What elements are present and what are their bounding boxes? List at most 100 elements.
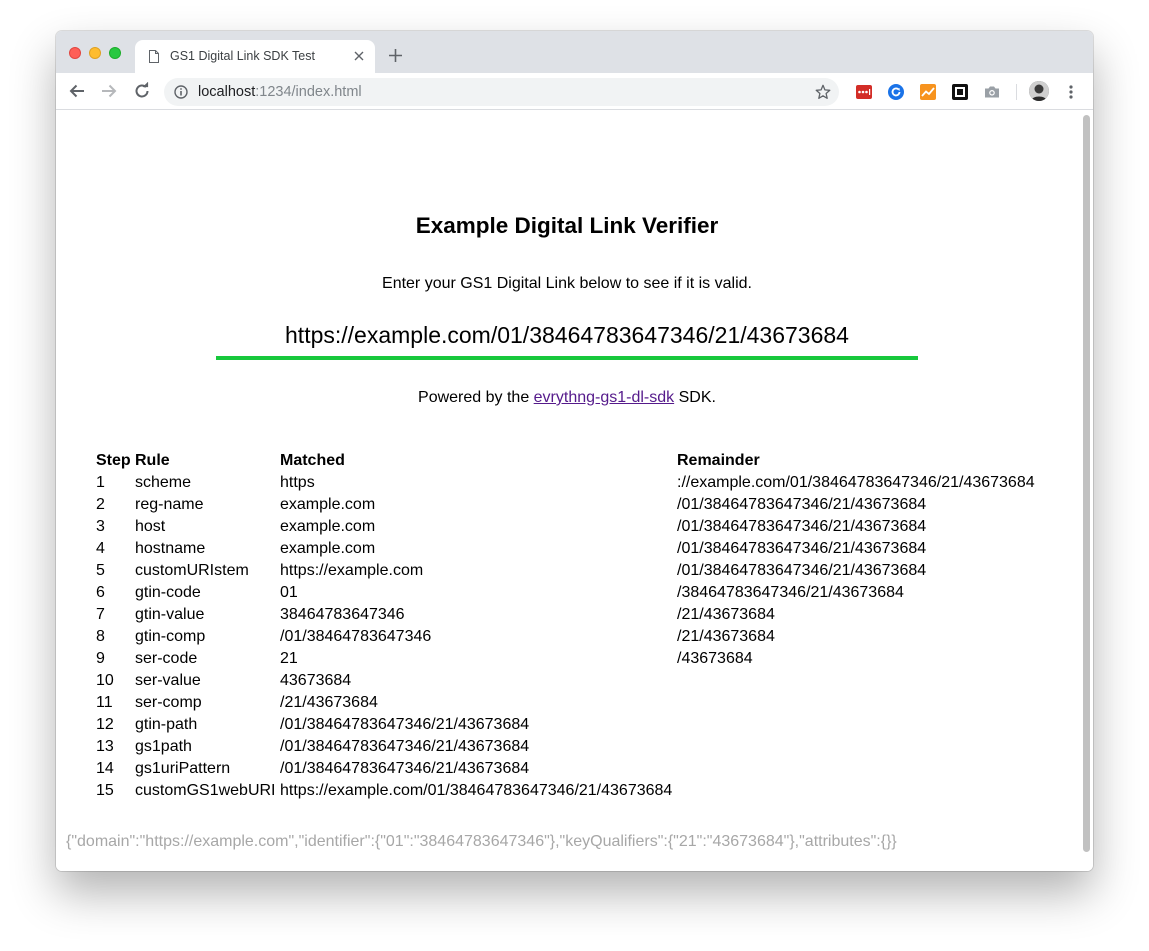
plus-icon[interactable]: [389, 49, 402, 62]
camera-icon[interactable]: [984, 84, 1000, 100]
matched-cell: /01/38464783647346: [280, 628, 432, 645]
remainder-cell: /01/38464783647346/21/43673684: [677, 540, 927, 557]
table-row: 3 host example.com/01/38464783647346/21/43…: [96, 516, 1047, 538]
matched-cell: example.com: [280, 540, 376, 557]
rule-cell: customURIstem: [135, 562, 249, 579]
step-cell: 9: [96, 650, 105, 667]
table-row: 5 customURIstem https://example.com/01/384…: [96, 560, 1047, 582]
matched-cell: /01/38464783647346/21/43673684: [280, 760, 530, 777]
avatar[interactable]: [1029, 81, 1049, 101]
matched-cell: 38464783647346: [280, 606, 405, 623]
table-row: 12 gtin-path/01/38464783647346/21/4367368…: [96, 714, 1047, 736]
rule-cell: scheme: [135, 474, 192, 491]
powered-by-text: Powered by the evrythng-gs1-dl-sdk SDK.: [56, 389, 1078, 407]
sync-icon[interactable]: [888, 84, 904, 100]
column-header-matched: Matched: [280, 452, 345, 469]
step-cell: 13: [96, 738, 114, 755]
rule-cell: customGS1webURI: [135, 782, 276, 799]
address-bar[interactable]: localhost:1234/index.html: [164, 78, 839, 106]
lastpass-icon[interactable]: [856, 84, 872, 100]
column-header-remainder: Remainder: [677, 452, 760, 469]
table-row: 4 hostname example.com/01/38464783647346/2…: [96, 538, 1047, 560]
powered-prefix: Powered by the: [418, 389, 534, 406]
step-cell: 7: [96, 606, 105, 623]
step-cell: 2: [96, 496, 105, 513]
remainder-cell: /01/38464783647346/21/43673684: [677, 518, 927, 535]
minimize-window-button[interactable]: [89, 47, 101, 59]
step-cell: 1: [96, 474, 105, 491]
rule-cell: gtin-comp: [135, 628, 206, 645]
table-row: 13 gs1path/01/38464783647346/21/43673684: [96, 736, 1047, 758]
matched-cell: 21: [280, 650, 298, 667]
rule-cell: hostname: [135, 540, 206, 557]
column-header-step: Step: [96, 452, 131, 469]
digital-link-input[interactable]: [216, 314, 918, 360]
table-row: 8 gtin-comp/01/38464783647346/21/43673684: [96, 626, 1047, 648]
step-cell: 12: [96, 716, 114, 733]
url-text: localhost:1234/index.html: [198, 84, 362, 100]
document-icon: [149, 50, 159, 63]
matched-cell: example.com: [280, 496, 376, 513]
intro-text: Enter your GS1 Digital Link below to see…: [382, 275, 752, 292]
step-cell: 8: [96, 628, 105, 645]
info-icon[interactable]: [174, 85, 188, 99]
json-output: {"domain":"https://example.com","identif…: [66, 833, 897, 850]
matched-cell: https://example.com/01/38464783647346/21…: [280, 782, 673, 799]
results-table: Step Rule Matched Remainder 1 scheme https…: [96, 450, 1047, 802]
browser-toolbar: localhost:1234/index.html: [56, 73, 1093, 110]
close-window-button[interactable]: [69, 47, 81, 59]
step-cell: 10: [96, 672, 114, 689]
close-icon[interactable]: [354, 51, 364, 61]
remainder-cell: [677, 692, 1047, 714]
table-row: 6 gtin-code 01/38464783647346/21/43673684: [96, 582, 1047, 604]
step-cell: 4: [96, 540, 105, 557]
matched-cell: https: [280, 474, 315, 491]
rule-cell: host: [135, 518, 166, 535]
step-cell: 6: [96, 584, 105, 601]
menu-icon[interactable]: [1065, 84, 1077, 100]
remainder-cell: /01/38464783647346/21/43673684: [677, 496, 927, 513]
rule-cell: gtin-value: [135, 606, 205, 623]
powered-suffix: SDK.: [674, 389, 716, 406]
matched-cell: example.com: [280, 518, 376, 535]
forward-arrow-icon[interactable]: [100, 82, 118, 100]
zoom-window-button[interactable]: [109, 47, 121, 59]
matched-cell: https://example.com: [280, 562, 424, 579]
matched-cell: 43673684: [280, 672, 352, 689]
rule-cell: ser-comp: [135, 694, 202, 711]
tab-strip: GS1 Digital Link SDK Test: [56, 31, 1093, 73]
rule-cell: gs1path: [135, 738, 192, 755]
remainder-cell: [677, 736, 1047, 758]
table-row: 1 scheme https ://example.com/01/3846478364…: [96, 472, 1047, 494]
rule-cell: gtin-code: [135, 584, 201, 601]
rule-cell: ser-code: [135, 650, 198, 667]
step-cell: 15: [96, 782, 114, 799]
table-row: 15 customGS1webURI https://example.com/01/…: [96, 780, 1047, 802]
reload-icon[interactable]: [133, 82, 151, 100]
vertical-scrollbar[interactable]: [1083, 115, 1090, 852]
tab-active[interactable]: GS1 Digital Link SDK Test: [135, 40, 375, 73]
square-icon[interactable]: [952, 84, 968, 100]
remainder-cell: /21/43673684: [677, 606, 775, 623]
remainder-cell: [677, 714, 1047, 736]
back-arrow-icon[interactable]: [68, 82, 86, 100]
sdk-link[interactable]: evrythng-gs1-dl-sdk: [534, 389, 675, 406]
analytics-icon[interactable]: [920, 84, 936, 100]
star-icon[interactable]: [815, 84, 831, 100]
remainder-cell: ://example.com/01/38464783647346/21/4367…: [677, 474, 1035, 491]
tab-title: GS1 Digital Link SDK Test: [170, 49, 315, 63]
page-content: Example Digital Link Verifier Enter your…: [56, 111, 1093, 871]
table-row: 9 ser-code 21/43673684: [96, 648, 1047, 670]
page-title: Example Digital Link Verifier: [415, 213, 719, 238]
table-header-row: Step Rule Matched Remainder: [96, 450, 1047, 472]
matched-cell: 01: [280, 584, 298, 601]
step-cell: 3: [96, 518, 105, 535]
browser-window: GS1 Digital Link SDK Test localhost:1234…: [56, 31, 1093, 871]
url-path: :1234/index.html: [255, 84, 362, 100]
column-header-rule: Rule: [135, 452, 170, 469]
matched-cell: /21/43673684: [280, 694, 378, 711]
remainder-cell: /01/38464783647346/21/43673684: [677, 562, 927, 579]
step-cell: 11: [96, 694, 113, 711]
remainder-cell: [677, 670, 1047, 692]
rule-cell: gtin-path: [135, 716, 198, 733]
